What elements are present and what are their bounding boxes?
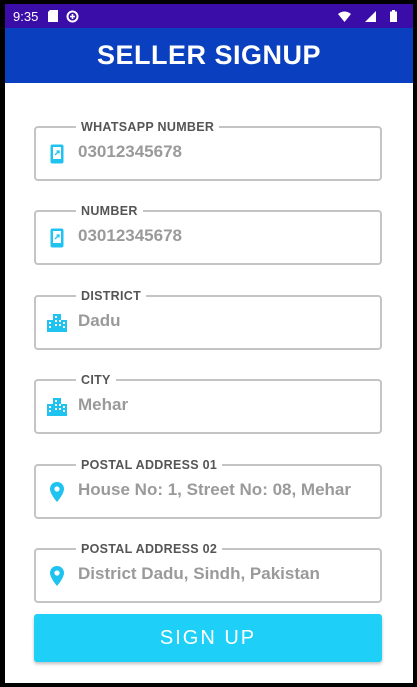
city-input[interactable]: Mehar: [78, 395, 128, 415]
signup-form: WHATSAPP NUMBER 03012345678 NUMBER 03012…: [5, 83, 413, 683]
district-input[interactable]: Dadu: [78, 311, 121, 331]
postal-address-1-field[interactable]: POSTAL ADDRESS 01 House No: 1, Street No…: [34, 457, 382, 519]
building-icon: [46, 396, 68, 418]
status-bar: 9:35: [5, 4, 413, 28]
phone-icon: [46, 143, 68, 165]
status-time: 9:35: [13, 8, 39, 24]
phone-icon: [46, 227, 68, 249]
data-saver-icon: [66, 10, 79, 23]
building-icon: [46, 312, 68, 334]
sign-up-button[interactable]: SIGN UP: [34, 614, 382, 662]
wifi-icon: [338, 11, 351, 22]
postal-address-1-input[interactable]: House No: 1, Street No: 08, Mehar: [78, 480, 351, 500]
location-pin-icon: [46, 481, 68, 503]
number-field[interactable]: NUMBER 03012345678: [34, 203, 382, 265]
district-label: DISTRICT: [76, 288, 147, 304]
whatsapp-number-field[interactable]: WHATSAPP NUMBER 03012345678: [34, 119, 382, 181]
postal-address-2-label: POSTAL ADDRESS 02: [76, 541, 223, 557]
location-pin-icon: [46, 565, 68, 587]
number-label: NUMBER: [76, 203, 143, 219]
city-label: CITY: [76, 372, 116, 388]
sd-card-icon: [48, 10, 59, 22]
postal-address-2-field[interactable]: POSTAL ADDRESS 02 District Dadu, Sindh, …: [34, 541, 382, 603]
whatsapp-number-input[interactable]: 03012345678: [78, 142, 182, 162]
city-field[interactable]: CITY Mehar: [34, 372, 382, 434]
postal-address-2-input[interactable]: District Dadu, Sindh, Pakistan: [78, 564, 320, 584]
battery-icon: [390, 10, 397, 22]
number-input[interactable]: 03012345678: [78, 226, 182, 246]
whatsapp-number-label: WHATSAPP NUMBER: [76, 119, 220, 135]
district-field[interactable]: DISTRICT Dadu: [34, 288, 382, 350]
app-bar: SELLER SIGNUP: [5, 28, 413, 83]
signal-icon: [365, 10, 376, 22]
device-frame: 9:35 SELLER SIGNUP WHATSAPP NUMBER 03012…: [0, 0, 417, 687]
page-title: SELLER SIGNUP: [96, 40, 322, 70]
postal-address-1-label: POSTAL ADDRESS 01: [76, 457, 223, 473]
